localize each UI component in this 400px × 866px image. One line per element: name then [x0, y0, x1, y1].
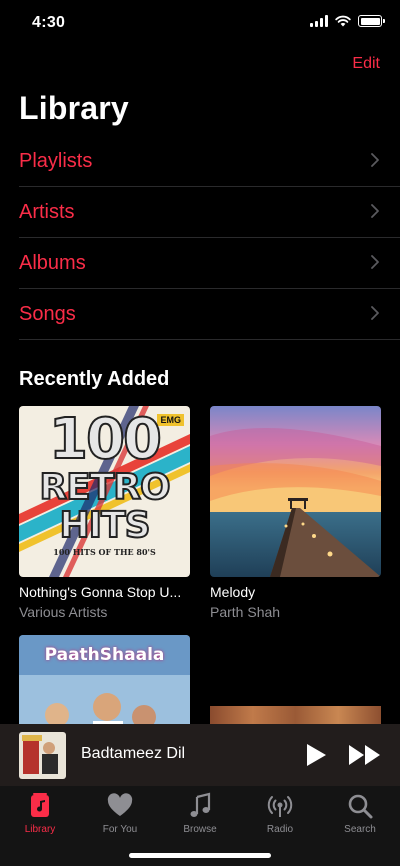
tab-browse[interactable]: Browse — [160, 792, 240, 835]
nav-item-label: Playlists — [19, 150, 93, 172]
album-art-sunset-pier — [210, 406, 381, 577]
library-categories-list: Playlists Artists Albums Songs — [0, 136, 400, 340]
nav-item-label: Songs — [19, 303, 76, 325]
chevron-right-icon — [371, 204, 379, 218]
nav-item-albums[interactable]: Albums — [0, 238, 400, 289]
tab-label: Browse — [183, 824, 217, 835]
album-art: EMG 100 RETRO HITS 100 HITS OF THE 80'S — [19, 406, 190, 577]
album-title: Melody — [210, 584, 256, 600]
fast-forward-icon[interactable] — [348, 744, 382, 766]
album-art — [210, 406, 381, 577]
chevron-right-icon — [371, 306, 379, 320]
tab-label: Radio — [266, 824, 294, 835]
tab-for-you[interactable]: For You — [80, 792, 160, 835]
tab-label: For You — [102, 824, 138, 835]
status-icons — [310, 15, 385, 27]
cellular-signal-icon — [310, 15, 328, 27]
nav-item-label: Artists — [19, 201, 75, 223]
chevron-right-icon — [371, 255, 379, 269]
nav-item-songs[interactable]: Songs — [0, 289, 400, 340]
heart-icon — [107, 793, 133, 816]
album-title: Nothing's Gonna Stop U... — [19, 584, 182, 600]
album-art-text: RETRO — [38, 467, 171, 508]
library-icon — [31, 793, 49, 817]
tab-search[interactable]: Search — [320, 792, 400, 835]
battery-icon — [358, 15, 385, 27]
album-art-text: HITS — [58, 505, 151, 546]
radio-icon — [267, 796, 293, 817]
mini-player[interactable]: Badtameez Dil — [0, 724, 400, 786]
now-playing-art — [19, 732, 66, 779]
tab-radio[interactable]: Radio — [240, 792, 320, 835]
status-bar: 4:30 — [0, 0, 400, 48]
status-time: 4:30 — [32, 14, 66, 31]
album-card[interactable]: EMG 100 RETRO HITS 100 HITS OF THE 80'S … — [19, 406, 190, 620]
nav-item-label: Albums — [19, 252, 86, 274]
page-title: Library — [19, 90, 129, 126]
divider — [19, 339, 400, 340]
album-artist: Parth Shah — [210, 604, 281, 620]
nav-item-artists[interactable]: Artists — [0, 187, 400, 238]
nav-item-playlists[interactable]: Playlists — [0, 136, 400, 187]
album-art-text: PaathShaala — [44, 645, 165, 665]
now-playing-title: Badtameez Dil — [81, 745, 186, 762]
play-icon[interactable] — [305, 743, 327, 767]
album-artist: Various Artists — [19, 604, 108, 620]
album-art-text: 100 — [48, 407, 163, 472]
edit-button[interactable]: Edit — [352, 55, 380, 73]
tab-label: Search — [344, 824, 376, 835]
wifi-icon — [335, 15, 351, 27]
home-indicator — [129, 853, 271, 858]
album-card[interactable]: Melody Parth Shah — [210, 406, 381, 620]
tab-label: Library — [24, 824, 56, 835]
search-icon — [348, 794, 373, 819]
album-art-subtitle: 100 HITS OF THE 80'S — [53, 547, 156, 557]
tab-library[interactable]: Library — [0, 792, 80, 835]
chevron-right-icon — [371, 153, 379, 167]
music-note-icon — [190, 792, 211, 817]
recently-added-title: Recently Added — [19, 368, 170, 390]
